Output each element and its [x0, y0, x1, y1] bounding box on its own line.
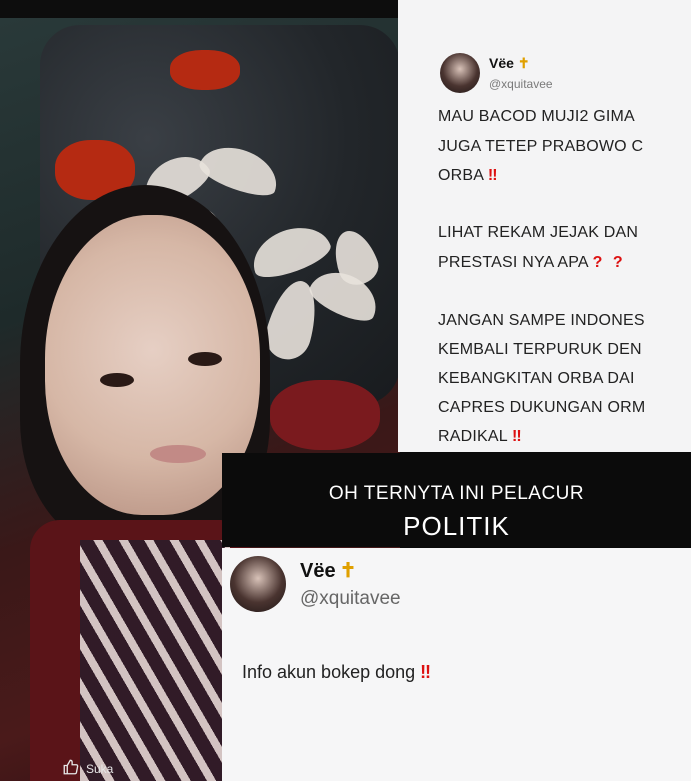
- avatar[interactable]: [230, 556, 286, 612]
- like-label: Suka: [86, 761, 114, 776]
- display-name[interactable]: Vëe ✝: [489, 55, 530, 72]
- display-name[interactable]: Vëe ✝: [300, 558, 356, 583]
- striped-scarf: [80, 540, 230, 781]
- tweet-line: LIHAT REKAM JEJAK DAN: [438, 224, 639, 241]
- caption-line-2: POLITIK: [403, 511, 510, 541]
- thumbs-up-icon: [62, 758, 80, 779]
- user-handle[interactable]: @xquitavee: [489, 77, 553, 91]
- tweet-card-top: Vëe ✝ @xquitavee MAU BACOD MUJI2 GIMA JUG…: [398, 0, 691, 452]
- tweet-line: MAU BACOD MUJI2 GIMA: [438, 108, 635, 125]
- mouth: [150, 445, 206, 463]
- double-exclamation-icon: ‼: [420, 662, 432, 682]
- tweet-text: Info akun bokep dong ‼: [242, 662, 432, 682]
- tweet-line: RADIKAL ‼: [438, 428, 522, 445]
- tweet-line: CAPRES DUKUNGAN ORM: [438, 399, 646, 416]
- tweet-line: JANGAN SAMPE INDONES: [438, 312, 645, 329]
- tweet-line: KEMBALI TERPURUK DEN: [438, 341, 642, 358]
- tweet-line: JUGA TETEP PRABOWO C: [438, 138, 644, 155]
- photo-top-bar: [0, 0, 400, 18]
- user-handle[interactable]: @xquitavee: [300, 588, 401, 610]
- red-flower-patch: [170, 50, 240, 90]
- tweet-line: PRESTASI NYA APA ? ?: [438, 254, 626, 271]
- tweet-line: ORBA ‼: [438, 167, 498, 184]
- like-button[interactable]: Suka: [62, 758, 113, 779]
- avatar[interactable]: [440, 53, 480, 93]
- caption-line-1: OH TERNYTA INI PELACUR: [328, 483, 585, 504]
- tweet-line: KEBANGKITAN ORBA DAI: [438, 370, 635, 387]
- question-marks-icon: ? ?: [592, 254, 626, 271]
- left-eye: [100, 373, 134, 387]
- cross-icon: ✝: [339, 560, 357, 582]
- double-exclamation-icon: ‼: [487, 167, 498, 184]
- caption-banner: OH TERNYTA INI PELACUR POLITIK: [222, 453, 691, 547]
- red-flower-patch: [270, 380, 380, 450]
- tweet-card-bottom: Vëe ✝ @xquitavee Info akun bokep dong ‼: [222, 548, 691, 781]
- cross-icon: ✝: [517, 55, 530, 71]
- right-eye: [188, 352, 222, 366]
- double-exclamation-icon: ‼: [511, 428, 522, 445]
